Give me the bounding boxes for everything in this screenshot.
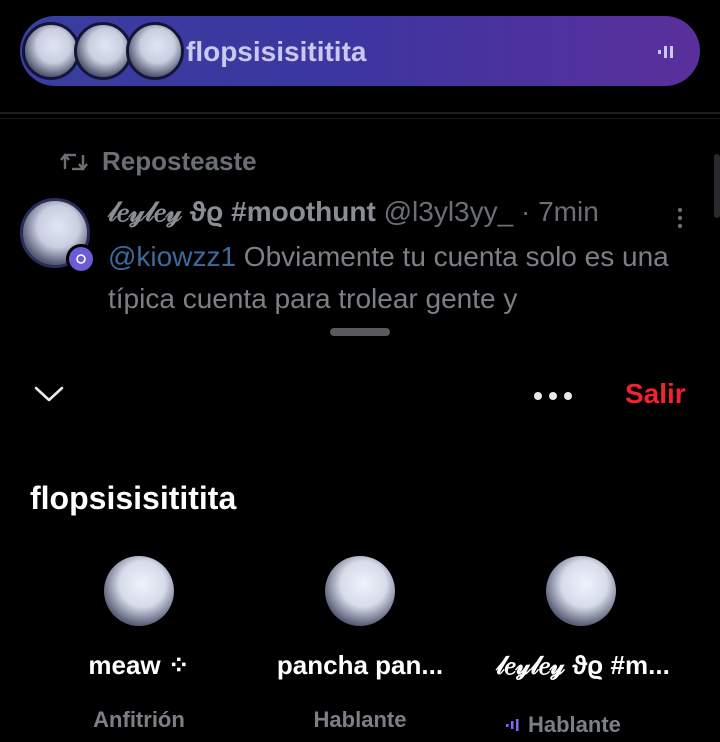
- tweet-time: · 7min: [520, 196, 599, 227]
- participant-role: Hablante: [528, 712, 621, 737]
- speaking-wave-icon: [506, 719, 519, 731]
- spaces-badge-icon: [66, 244, 96, 274]
- participant-avatar[interactable]: [546, 556, 616, 626]
- participant-name: 𝓁𝑒𝓎𝓁𝑒𝓎 ϑϱ #m...: [496, 650, 670, 680]
- repost-label: Reposteaste: [102, 146, 257, 176]
- participant-avatar[interactable]: [325, 556, 395, 626]
- divider: [0, 118, 720, 119]
- chevron-down-icon[interactable]: [34, 384, 64, 404]
- retweet-icon: [60, 152, 88, 171]
- participant-name: pancha pan...: [276, 650, 444, 680]
- participant-role: Hablante: [313, 707, 407, 732]
- leave-button[interactable]: Salir: [625, 378, 686, 410]
- avatar: [74, 22, 132, 80]
- participant-name: meaw ⁘: [88, 650, 190, 680]
- more-horizontal-icon[interactable]: [534, 392, 572, 400]
- space-pill[interactable]: flopsisisititita: [20, 16, 700, 86]
- more-vertical-icon[interactable]: [676, 206, 684, 230]
- space-pill-title: flopsisisititita: [186, 36, 367, 67]
- tweet-mention[interactable]: @kiowzz1: [108, 241, 236, 272]
- audio-wave-icon: [658, 46, 673, 58]
- participant-role-row: Hablante: [506, 712, 621, 738]
- sheet-grabber[interactable]: [330, 328, 390, 336]
- avatar: [22, 22, 80, 80]
- divider: [0, 112, 720, 114]
- tweet-text: @kiowzz1 Obviamente tu cuenta solo es un…: [108, 236, 698, 320]
- participant-role: Anfitrión: [93, 707, 185, 732]
- space-title: flopsisisititita: [30, 480, 237, 516]
- repost-context: Reposteaste: [60, 146, 257, 177]
- participant-avatar[interactable]: [104, 556, 174, 626]
- scrollbar[interactable]: [714, 154, 720, 218]
- tweet-display-name[interactable]: 𝓁𝑒𝓎𝓁𝑒𝓎 ϑϱ #moothunt: [108, 196, 376, 227]
- tweet-header: 𝓁𝑒𝓎𝓁𝑒𝓎 ϑϱ #moothunt @l3yl3yy_ · 7min: [108, 196, 599, 229]
- avatar: [126, 22, 184, 80]
- tweet-handle[interactable]: @l3yl3yy_: [384, 196, 514, 227]
